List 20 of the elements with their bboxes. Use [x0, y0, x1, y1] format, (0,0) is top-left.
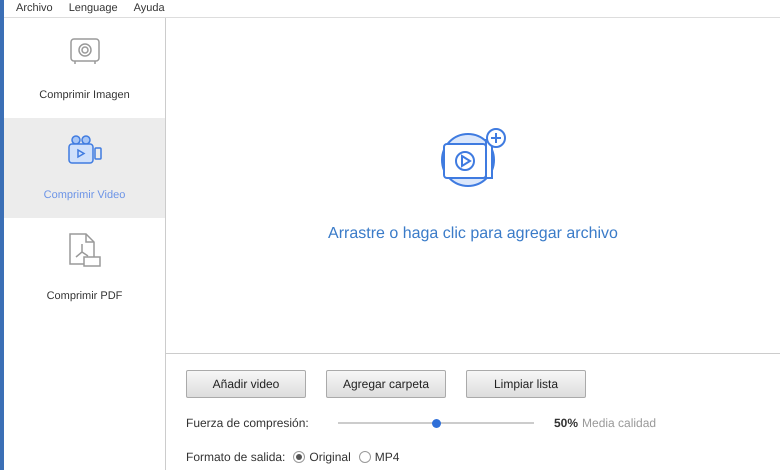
format-radio[interactable]: Original	[293, 448, 351, 466]
slider-thumb[interactable]	[432, 418, 441, 428]
action-button[interactable]: Limpiar lista	[466, 370, 586, 398]
format-radio[interactable]: MP4	[358, 448, 400, 466]
menu-item[interactable]: Archivo	[16, 0, 53, 17]
sidebar-item[interactable]: Comprimir PDF	[4, 218, 165, 318]
compression-percent: 50%	[554, 415, 578, 432]
menu-item[interactable]: Ayuda	[134, 0, 165, 17]
compression-slider[interactable]	[338, 417, 534, 429]
sidebar-item[interactable]: Comprimir Imagen	[4, 18, 165, 118]
video-camera-icon	[66, 132, 104, 167]
action-button[interactable]: Agregar carpeta	[326, 370, 446, 398]
menu-item[interactable]: Lenguage	[68, 0, 118, 17]
video-add-icon	[438, 126, 508, 190]
drop-hint: Arrastre o haga clic para agregar archivo	[328, 224, 618, 244]
drop-zone[interactable]: Arrastre o haga clic para agregar archivo	[166, 18, 780, 354]
action-button[interactable]: Añadir video	[186, 370, 306, 398]
compression-label: Fuerza de compresión:	[186, 415, 310, 432]
format-label: Formato de salida:	[186, 449, 286, 466]
quality-label: Media calidad	[582, 415, 656, 432]
